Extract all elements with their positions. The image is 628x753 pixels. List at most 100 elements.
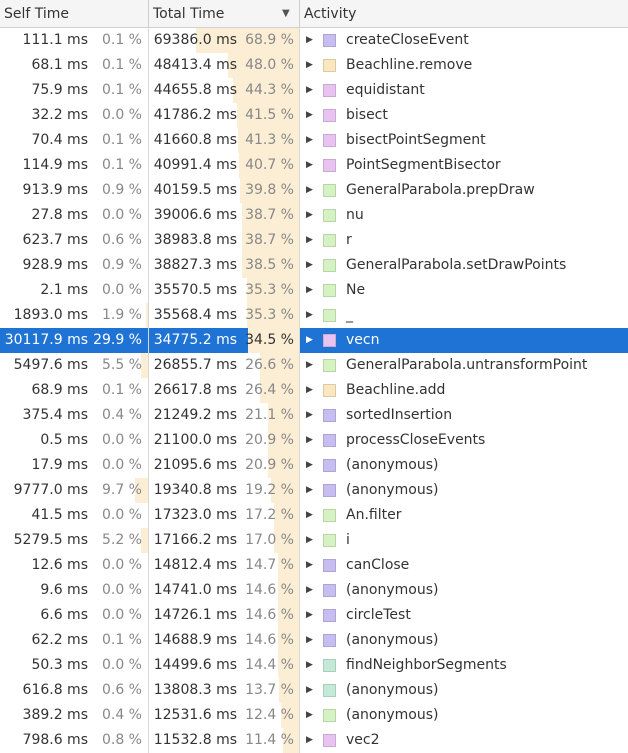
activity-name: _: [346, 307, 353, 323]
column-divider: [299, 678, 300, 703]
tree-row[interactable]: 9777.0 ms 9.7 % 19340.8 ms 19.2 % ▶ (anonymou…: [0, 478, 628, 503]
category-color-swatch: [323, 609, 336, 622]
tree-row[interactable]: 70.4 ms 0.1 % 41660.8 ms 41.3 % ▶ bisectPoint…: [0, 128, 628, 153]
tree-row[interactable]: 27.8 ms 0.0 % 39006.6 ms 38.7 % ▶ nu: [0, 203, 628, 228]
category-color-swatch: [323, 359, 336, 372]
self-time-value: 798.6 ms: [22, 732, 88, 748]
expand-triangle-icon[interactable]: ▶: [306, 553, 313, 578]
total-time-value: 26855.7 ms: [153, 357, 237, 373]
category-color-swatch: [323, 434, 336, 447]
tree-row[interactable]: 12.6 ms 0.0 % 14812.4 ms 14.7 % ▶ canClose: [0, 553, 628, 578]
self-time-value: 913.9 ms: [22, 182, 88, 198]
category-color-swatch: [323, 509, 336, 522]
total-time-value: 41786.2 ms: [153, 107, 237, 123]
tree-row[interactable]: 111.1 ms 0.1 % 69386.0 ms 68.9 % ▶ createClos…: [0, 28, 628, 53]
expand-triangle-icon[interactable]: ▶: [306, 578, 313, 603]
tree-row[interactable]: 5279.5 ms 5.2 % 17166.2 ms 17.0 % ▶ i: [0, 528, 628, 553]
expand-triangle-icon[interactable]: ▶: [306, 378, 313, 403]
tree-row[interactable]: 0.5 ms 0.0 % 21100.0 ms 20.9 % ▶ processClose…: [0, 428, 628, 453]
self-time-value: 616.8 ms: [22, 682, 88, 698]
column-divider: [299, 178, 300, 203]
column-divider: [299, 503, 300, 528]
expand-triangle-icon[interactable]: ▶: [306, 53, 313, 78]
expand-triangle-icon[interactable]: ▶: [306, 203, 313, 228]
tree-row[interactable]: 2.1 ms 0.0 % 35570.5 ms 35.3 % ▶ Ne: [0, 278, 628, 303]
tree-row[interactable]: 30117.9 ms 29.9 % 34775.2 ms 34.5 % ▶ vecn: [0, 328, 628, 353]
tree-row[interactable]: 114.9 ms 0.1 % 40991.4 ms 40.7 % ▶ PointSegme…: [0, 153, 628, 178]
tree-row[interactable]: 50.3 ms 0.0 % 14499.6 ms 14.4 % ▶ findNeighbo…: [0, 653, 628, 678]
tree-row[interactable]: 928.9 ms 0.9 % 38827.3 ms 38.5 % ▶ GeneralPar…: [0, 253, 628, 278]
total-time-percent: 48.0 %: [245, 57, 294, 73]
expand-triangle-icon[interactable]: ▶: [306, 603, 313, 628]
self-time-value: 32.2 ms: [31, 107, 88, 123]
expand-triangle-icon[interactable]: ▶: [306, 253, 313, 278]
tree-row[interactable]: 68.1 ms 0.1 % 48413.4 ms 48.0 % ▶ Beachline.r…: [0, 53, 628, 78]
activity-name: Ne: [346, 282, 366, 298]
expand-triangle-icon[interactable]: ▶: [306, 78, 313, 103]
sort-descending-icon[interactable]: ▼: [282, 0, 290, 28]
self-time-percent: 5.5 %: [101, 357, 142, 373]
self-time-percent: 0.0 %: [101, 557, 142, 573]
tree-row[interactable]: 62.2 ms 0.1 % 14688.9 ms 14.6 % ▶ (anonymous): [0, 628, 628, 653]
expand-triangle-icon[interactable]: ▶: [306, 278, 313, 303]
self-time-percent: 1.9 %: [101, 307, 142, 323]
column-divider: [299, 278, 300, 303]
tree-row[interactable]: 5497.6 ms 5.5 % 26855.7 ms 26.6 % ▶ GeneralPa…: [0, 353, 628, 378]
self-time-value: 75.9 ms: [31, 82, 88, 98]
expand-triangle-icon[interactable]: ▶: [306, 728, 313, 753]
expand-triangle-icon[interactable]: ▶: [306, 478, 313, 503]
expand-triangle-icon[interactable]: ▶: [306, 353, 313, 378]
activity-column-header[interactable]: Activity: [300, 0, 628, 27]
tree-row[interactable]: 75.9 ms 0.1 % 44655.8 ms 44.3 % ▶ equidistant: [0, 78, 628, 103]
total-time-value: 21100.0 ms: [153, 432, 237, 448]
total-time-percent: 11.4 %: [245, 732, 294, 748]
tree-row[interactable]: 623.7 ms 0.6 % 38983.8 ms 38.7 % ▶ r: [0, 228, 628, 253]
tree-row[interactable]: 6.6 ms 0.0 % 14726.1 ms 14.6 % ▶ circleTest: [0, 603, 628, 628]
tree-row[interactable]: 9.6 ms 0.0 % 14741.0 ms 14.6 % ▶ (anonymous): [0, 578, 628, 603]
total-time-value: 14499.6 ms: [153, 657, 237, 673]
expand-triangle-icon[interactable]: ▶: [306, 678, 313, 703]
expand-triangle-icon[interactable]: ▶: [306, 428, 313, 453]
self-time-value: 111.1 ms: [22, 32, 88, 48]
activity-name: i: [346, 532, 350, 548]
tree-row[interactable]: 32.2 ms 0.0 % 41786.2 ms 41.5 % ▶ bisect: [0, 103, 628, 128]
total-time-value: 19340.8 ms: [153, 482, 237, 498]
expand-triangle-icon[interactable]: ▶: [306, 228, 313, 253]
expand-triangle-icon[interactable]: ▶: [306, 103, 313, 128]
tree-row[interactable]: 913.9 ms 0.9 % 40159.5 ms 39.8 % ▶ GeneralPar…: [0, 178, 628, 203]
tree-row[interactable]: 375.4 ms 0.4 % 21249.2 ms 21.1 % ▶ sortedInse…: [0, 403, 628, 428]
tree-row[interactable]: 41.5 ms 0.0 % 17323.0 ms 17.2 % ▶ An.filter: [0, 503, 628, 528]
expand-triangle-icon[interactable]: ▶: [306, 403, 313, 428]
expand-triangle-icon[interactable]: ▶: [306, 653, 313, 678]
expand-triangle-icon[interactable]: ▶: [306, 178, 313, 203]
category-color-swatch: [323, 234, 336, 247]
total-time-percent: 26.4 %: [245, 382, 294, 398]
total-time-value: 21249.2 ms: [153, 407, 237, 423]
total-time-column-header[interactable]: Total Time: [149, 0, 300, 27]
expand-triangle-icon[interactable]: ▶: [306, 628, 313, 653]
expand-triangle-icon[interactable]: ▶: [306, 453, 313, 478]
expand-triangle-icon[interactable]: ▶: [306, 703, 313, 728]
expand-triangle-icon[interactable]: ▶: [306, 503, 313, 528]
tree-row[interactable]: 1893.0 ms 1.9 % 35568.4 ms 35.3 % ▶ _: [0, 303, 628, 328]
tree-row[interactable]: 616.8 ms 0.6 % 13808.3 ms 13.7 % ▶ (anonymous…: [0, 678, 628, 703]
expand-triangle-icon[interactable]: ▶: [306, 303, 313, 328]
column-divider: [299, 203, 300, 228]
tree-row[interactable]: 798.6 ms 0.8 % 11532.8 ms 11.4 % ▶ vec2: [0, 728, 628, 753]
tree-row[interactable]: 68.9 ms 0.1 % 26617.8 ms 26.4 % ▶ Beachline.a…: [0, 378, 628, 403]
activity-name: (anonymous): [346, 457, 439, 473]
total-time-percent: 26.6 %: [245, 357, 294, 373]
self-time-percent: 0.0 %: [101, 432, 142, 448]
expand-triangle-icon[interactable]: ▶: [306, 28, 313, 53]
category-color-swatch: [323, 584, 336, 597]
expand-triangle-icon[interactable]: ▶: [306, 528, 313, 553]
expand-triangle-icon[interactable]: ▶: [306, 153, 313, 178]
total-time-percent: 41.5 %: [245, 107, 294, 123]
total-time-percent: 38.7 %: [245, 207, 294, 223]
tree-row[interactable]: 389.2 ms 0.4 % 12531.6 ms 12.4 % ▶ (anonymous…: [0, 703, 628, 728]
self-time-value: 27.8 ms: [31, 207, 88, 223]
self-time-column-header[interactable]: Self Time: [0, 0, 149, 27]
tree-row[interactable]: 17.9 ms 0.0 % 21095.6 ms 20.9 % ▶ (anonymous): [0, 453, 628, 478]
expand-triangle-icon[interactable]: ▶: [306, 128, 313, 153]
expand-triangle-icon[interactable]: ▶: [306, 328, 313, 353]
